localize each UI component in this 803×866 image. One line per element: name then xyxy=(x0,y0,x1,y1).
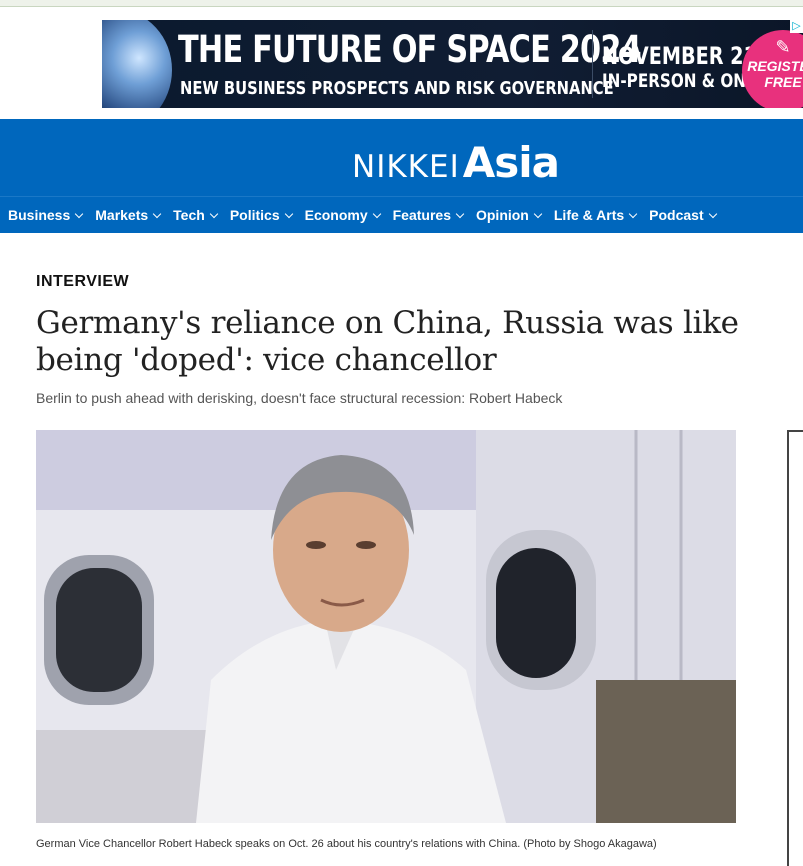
pen-icon: ✎ xyxy=(775,37,791,57)
nav-item-label: Business xyxy=(8,207,71,223)
nav-item-economy[interactable]: Economy xyxy=(304,197,381,233)
nav-item-life-arts[interactable]: Life & Arts xyxy=(553,197,638,233)
nav-item-podcast[interactable]: Podcast xyxy=(649,197,717,233)
sidebar-panel xyxy=(787,430,803,866)
chevron-down-icon xyxy=(455,209,465,219)
nav-item-label: Economy xyxy=(304,207,368,223)
photo-illustration xyxy=(36,430,736,823)
nav-item-label: Life & Arts xyxy=(553,207,625,223)
chevron-down-icon xyxy=(152,209,162,219)
chevron-down-icon xyxy=(372,209,381,219)
register-button[interactable]: ✎ REGISTER FREE xyxy=(742,30,803,108)
register-label: REGISTER xyxy=(747,58,803,74)
nav-item-label: Markets xyxy=(95,207,149,223)
main-nav: Business Markets Tech Politics Economy F… xyxy=(0,196,803,233)
nav-item-markets[interactable]: Markets xyxy=(95,197,162,233)
chevron-down-icon xyxy=(284,209,293,219)
nav-item-politics[interactable]: Politics xyxy=(229,197,293,233)
ad-divider xyxy=(592,30,593,98)
register-free-label: FREE xyxy=(764,74,802,90)
logo-asia: Asia xyxy=(462,138,560,187)
nav-item-tech[interactable]: Tech xyxy=(173,197,219,233)
chevron-down-icon xyxy=(628,209,638,219)
article-subheadline: Berlin to push ahead with derisking, doe… xyxy=(36,390,563,406)
nav-item-label: Features xyxy=(392,207,451,223)
nav-item-business[interactable]: Business xyxy=(8,197,84,233)
nav-item-opinion[interactable]: Opinion xyxy=(475,197,543,233)
nav-item-label: Politics xyxy=(229,207,280,223)
nav-item-label: Tech xyxy=(173,207,205,223)
chevron-down-icon xyxy=(533,209,543,219)
article-photo xyxy=(36,430,736,823)
article-kicker[interactable]: INTERVIEW xyxy=(36,273,129,291)
close-icon[interactable]: ▷ xyxy=(790,20,803,33)
chevron-down-icon xyxy=(209,209,219,219)
chevron-down-icon xyxy=(75,209,84,219)
site-logo[interactable]: NIKKEIAsia xyxy=(352,138,560,187)
article-headline: Germany's reliance on China, Russia was … xyxy=(36,305,739,378)
logo-nikkei: NIKKEI xyxy=(352,149,460,185)
nav-item-label: Opinion xyxy=(475,207,529,223)
nav-item-label: Podcast xyxy=(649,207,704,223)
ad-title: THE FUTURE OF SPACE 2024 xyxy=(178,28,642,71)
browser-top-strip xyxy=(0,0,803,7)
ad-subtitle: NEW BUSINESS PROSPECTS AND RISK GOVERNAN… xyxy=(180,78,614,99)
photo-caption: German Vice Chancellor Robert Habeck spe… xyxy=(36,838,657,850)
earth-image xyxy=(102,20,172,108)
chevron-down-icon xyxy=(708,209,717,219)
banner-ad[interactable]: THE FUTURE OF SPACE 2024 NEW BUSINESS PR… xyxy=(102,20,803,108)
nav-item-features[interactable]: Features xyxy=(392,197,465,233)
